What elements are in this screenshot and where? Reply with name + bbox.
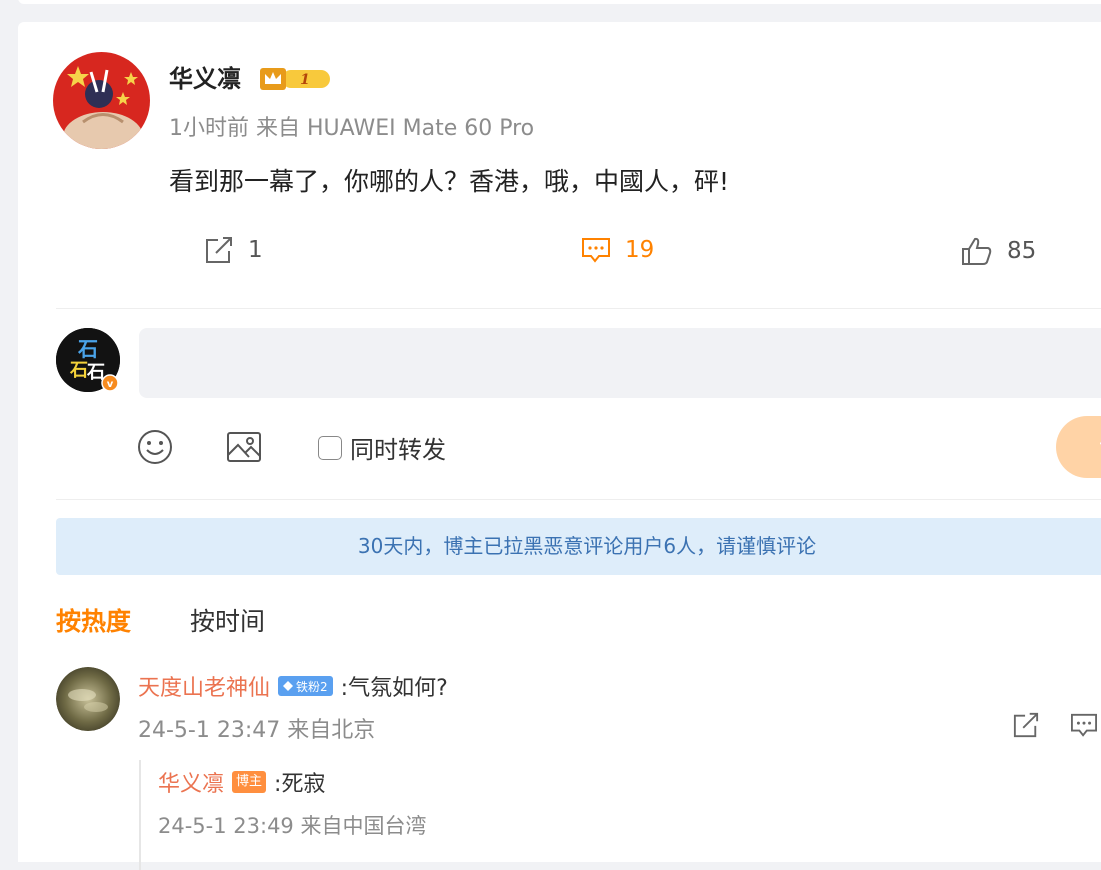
author-name[interactable]: 华义凛 [169, 59, 241, 94]
repost-check-label: 同时转发 [350, 436, 446, 464]
commenter-avatar[interactable] [56, 667, 120, 731]
reply-line: 华义凛 博主 :死寂 [158, 766, 325, 798]
comment-line: 天度山老神仙 铁粉2 :气氛如何? [138, 670, 448, 702]
reply-icon [1071, 713, 1097, 737]
post-meta: 1小时前 来自 HUAWEI Mate 60 Pro [169, 116, 535, 141]
fan-badge[interactable]: 铁粉2 [278, 676, 333, 696]
checkbox[interactable] [318, 435, 342, 460]
repost-count: 1 [248, 237, 263, 263]
submit-comment-button[interactable]: 评 [1056, 416, 1101, 478]
repost-icon [1013, 712, 1039, 738]
blacklist-notice: 30天内，博主已拉黑恶意评论用户6人，请谨慎评论 [56, 518, 1101, 575]
reply-username[interactable]: 华义凛 [158, 766, 224, 798]
previous-card [18, 0, 1101, 4]
comment-button[interactable]: 19 [581, 236, 654, 264]
reply-text: :死寂 [274, 772, 326, 797]
svg-text:1: 1 [300, 72, 310, 88]
vip-badge[interactable]: 1 [260, 66, 332, 96]
my-avatar[interactable]: 石 石 石 v [56, 328, 120, 392]
repost-icon [206, 237, 232, 263]
author-avatar[interactable] [53, 52, 150, 149]
emoji-icon [138, 430, 172, 464]
svg-text:v: v [107, 379, 114, 390]
comment-reply-button[interactable] [1070, 712, 1098, 742]
like-button[interactable]: 85 [961, 236, 1036, 266]
comment-meta: 24-5-1 23:47 来自北京 [138, 718, 376, 743]
divider [56, 308, 1101, 309]
sort-by-hot-tab[interactable]: 按热度 [56, 602, 131, 638]
diamond-icon [283, 681, 294, 691]
svg-text:石: 石 [69, 360, 88, 381]
post-text: 看到那一幕了，你哪的人？香港，哦，中國人，砰! [169, 167, 730, 196]
like-count: 85 [1007, 238, 1037, 264]
comment-count: 19 [625, 237, 655, 263]
repost-button[interactable]: 1 [204, 236, 263, 264]
simultaneous-repost-checkbox[interactable]: 同时转发 [318, 430, 446, 465]
comment-icon [582, 238, 610, 263]
image-upload-button[interactable] [225, 428, 263, 470]
blogger-badge: 博主 [232, 771, 267, 793]
post-card: 华义凛 1 1小时前 来自 HUAWEI Mate 60 Pro 看到那一幕了，… [18, 22, 1101, 870]
emoji-button[interactable] [136, 428, 174, 470]
comment-input[interactable] [139, 328, 1101, 398]
sort-by-time-tab[interactable]: 按时间 [190, 602, 265, 638]
comment-text: :气氛如何? [340, 676, 448, 701]
comment-repost-button[interactable] [1012, 712, 1040, 742]
svg-text:石: 石 [77, 337, 98, 361]
commenter-username[interactable]: 天度山老神仙 [138, 670, 270, 702]
image-icon [227, 432, 261, 462]
divider [56, 499, 1101, 500]
like-icon [962, 237, 992, 265]
reply-meta: 24-5-1 23:49 来自中国台湾 [158, 814, 427, 838]
